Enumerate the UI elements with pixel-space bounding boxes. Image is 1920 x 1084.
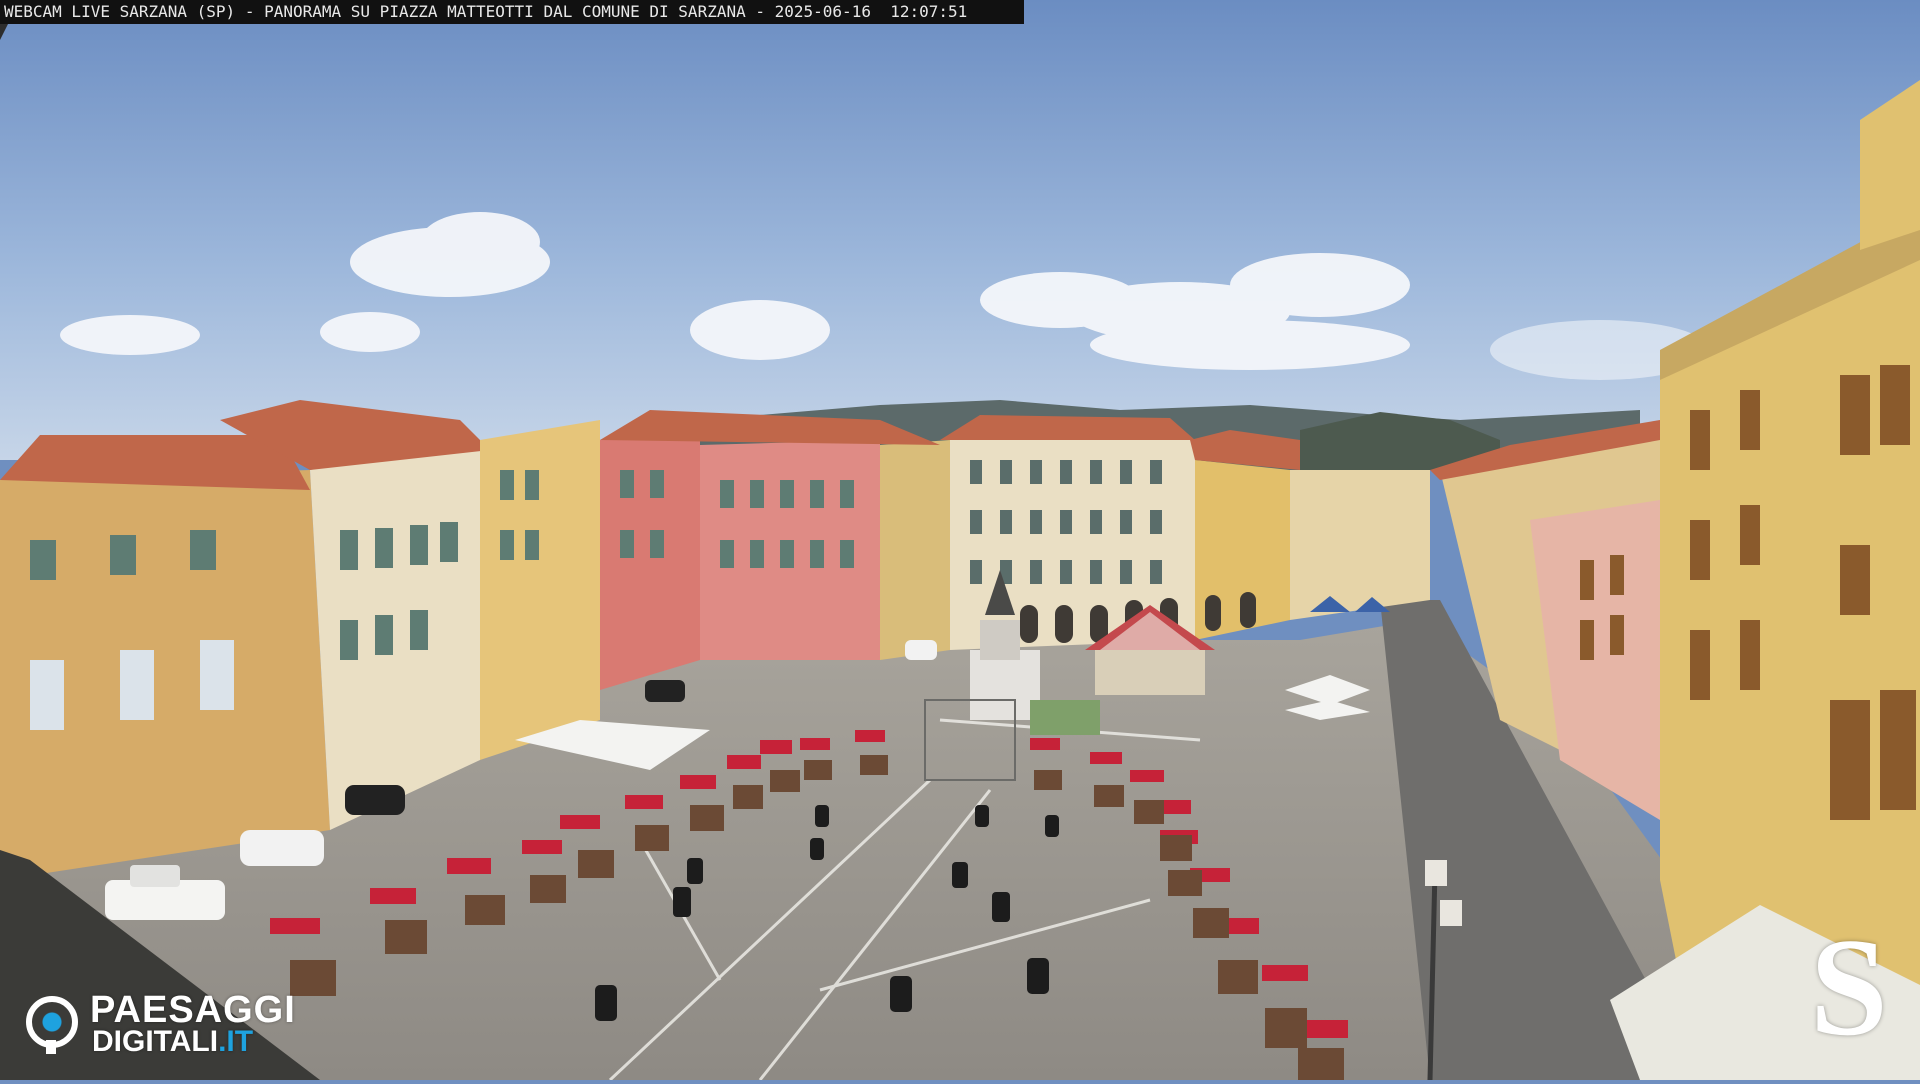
timestamp-caption: WEBCAM LIVE SARZANA (SP) - PANORAMA SU P… xyxy=(0,0,1024,24)
caption-text: WEBCAM LIVE SARZANA (SP) - PANORAMA SU P… xyxy=(4,2,775,21)
caption-date: 2025-06-16 xyxy=(774,2,871,21)
sarzana-s-logo: S xyxy=(1810,910,1888,1065)
piazza-panorama xyxy=(0,0,1920,1082)
logo-word-paesaggi: PAESAGGI xyxy=(90,989,296,1031)
logo-word-digitali: DIGITALI.IT xyxy=(92,1026,253,1058)
paesaggi-digitali-logo: PAESAGGI DIGITALI.IT xyxy=(24,988,344,1058)
webcam-frame: WEBCAM LIVE SARZANA (SP) - PANORAMA SU P… xyxy=(0,0,1920,1082)
logo-domain-suffix: .IT xyxy=(218,1025,254,1058)
caption-time: 12:07:51 xyxy=(870,2,968,21)
sky xyxy=(0,0,1920,460)
logo-word-digitali-text: DIGITALI xyxy=(92,1025,219,1058)
logo-pin-tail xyxy=(46,1040,56,1054)
